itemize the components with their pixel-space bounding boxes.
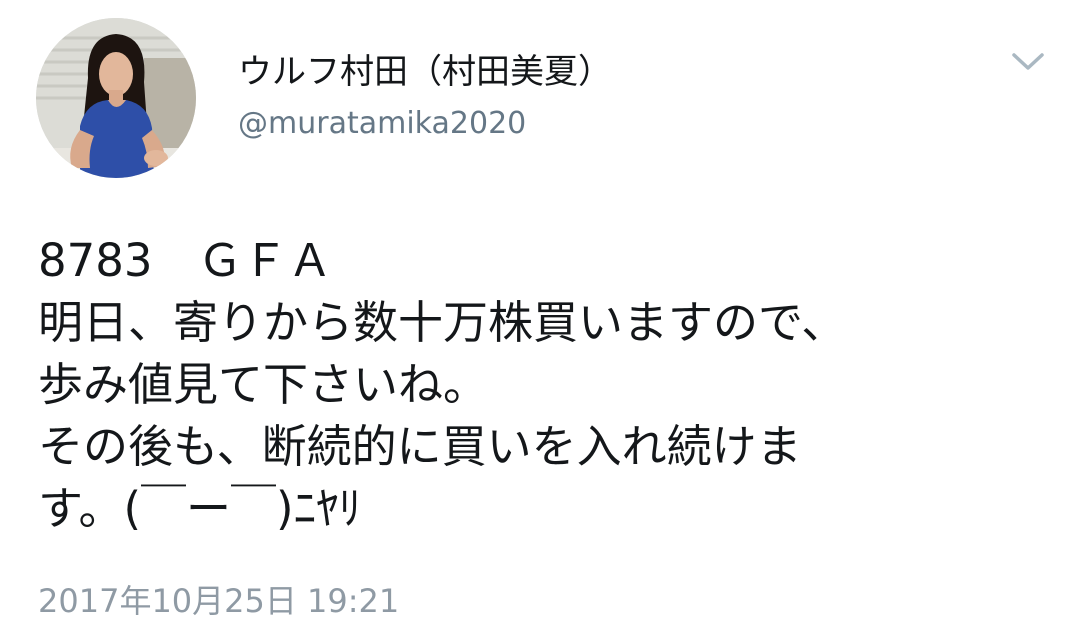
profile-photo-icon <box>36 18 196 178</box>
tweet-menu-button[interactable] <box>1006 44 1050 80</box>
tweet-text: 8783 ＧＦＡ 明日、寄りから数十万株買いますので、 歩み値見て下さいね。 そ… <box>38 234 847 535</box>
tweet-card: ウルフ村田（村田美夏） @muratamika2020 8783 ＧＦＡ 明日、… <box>0 0 1080 638</box>
tweet-timestamp[interactable]: 2017年10月25日 19:21 <box>38 580 399 622</box>
chevron-down-icon <box>1012 53 1044 70</box>
author-handle[interactable]: @muratamika2020 <box>238 104 526 144</box>
profile-avatar[interactable] <box>36 18 196 178</box>
author-display-name[interactable]: ウルフ村田（村田美夏） <box>238 50 612 94</box>
